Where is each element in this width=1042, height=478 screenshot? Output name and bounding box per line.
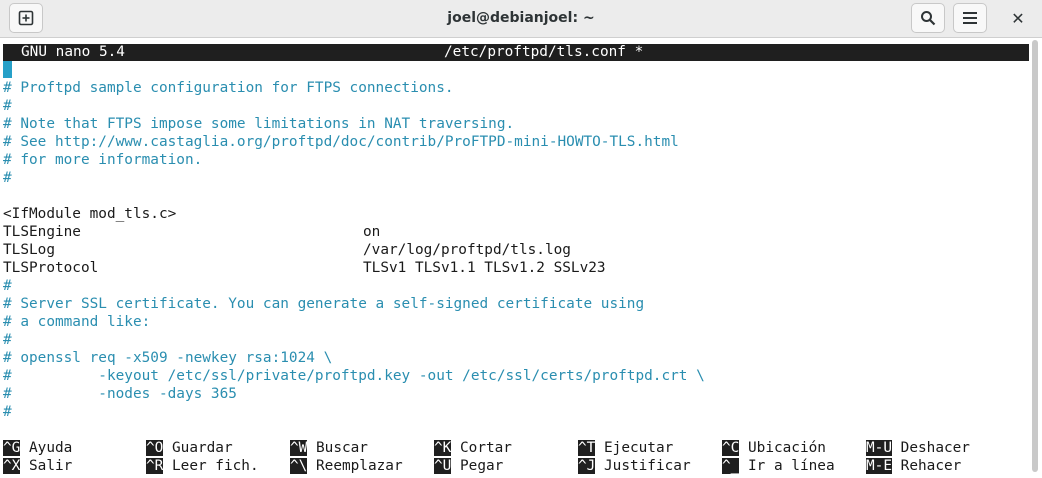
shortcut-key: M-E (866, 458, 892, 474)
editor-line (3, 61, 12, 79)
editor-line: TLSProtocol TLSv1 TLSv1.1 TLSv1.2 SSLv23 (3, 259, 606, 277)
search-button[interactable] (911, 3, 945, 33)
comment-text: # a command like: (3, 314, 151, 330)
comment-text: # (3, 278, 12, 294)
shortcut-item[interactable]: ^K Cortar (434, 439, 512, 457)
comment-text: # Note that FTPS impose some limitations… (3, 116, 515, 132)
shortcut-item[interactable]: ^T Ejecutar (578, 439, 673, 457)
editor-line: <IfModule mod_tls.c> (3, 205, 176, 223)
comment-text: # openssl req -x509 -newkey rsa:1024 \ (3, 350, 333, 366)
shortcut-item[interactable]: ^_ Ir a línea (722, 457, 835, 475)
shortcut-label: Deshacer (892, 440, 970, 456)
shortcut-item[interactable]: ^J Justificar (578, 457, 691, 475)
text-cursor (3, 61, 12, 78)
editor-line: # (3, 331, 12, 349)
shortcut-item[interactable]: ^W Buscar (290, 439, 368, 457)
nano-header-bar: GNU nano 5.4 /etc/proftpd/tls.conf * (3, 44, 1029, 61)
shortcut-key: ^J (578, 458, 596, 474)
shortcut-label: Rehacer (892, 458, 962, 474)
shortcut-key: ^X (3, 458, 21, 474)
directive-value: on (363, 224, 381, 240)
shortcut-key: ^W (290, 440, 308, 456)
comment-text: # -nodes -days 365 (3, 386, 237, 402)
editor-line: # Note that FTPS impose some limitations… (3, 115, 514, 133)
shortcut-key: ^\ (290, 458, 308, 474)
editor-line: # -keyout /etc/ssl/private/proftpd.key -… (3, 367, 705, 385)
editor-line: # (3, 169, 12, 187)
shortcut-label: Leer fich. (163, 458, 259, 474)
shortcut-key: ^U (434, 458, 452, 474)
editor-line: # -nodes -days 365 (3, 385, 237, 403)
shortcut-key: ^R (146, 458, 164, 474)
comment-text: # (3, 332, 12, 348)
comment-text: # for more information. (3, 152, 203, 168)
editor-line: TLSLog/var/log/proftpd/tls.log (3, 241, 571, 259)
shortcut-label: Ir a línea (739, 458, 835, 474)
shortcut-key: M-U (866, 440, 892, 456)
directive-key: TLSEngine (3, 224, 81, 240)
comment-text: # Server SSL certificate. You can genera… (3, 296, 645, 312)
comment-text: # -keyout /etc/ssl/private/proftpd.key -… (3, 368, 705, 384)
editor-line: # Proftpd sample configuration for FTPS … (3, 79, 454, 97)
nano-version: GNU nano 5.4 (21, 44, 125, 60)
directive-key: TLSLog (3, 242, 55, 258)
comment-text: # Proftpd sample configuration for FTPS … (3, 80, 454, 96)
shortcut-item[interactable]: ^X Salir (3, 457, 72, 475)
shortcut-label: Salir (20, 458, 73, 474)
editor-line: # (3, 277, 12, 295)
shortcut-item[interactable]: ^\ Reemplazar (290, 457, 403, 475)
scrollbar[interactable] (1032, 40, 1038, 472)
shortcut-key: ^C (722, 440, 740, 456)
shortcut-item[interactable]: ^R Leer fich. (146, 457, 259, 475)
hamburger-icon (963, 12, 977, 24)
shortcut-key: ^O (146, 440, 164, 456)
terminal-area[interactable]: GNU nano 5.4 /etc/proftpd/tls.conf * # P… (0, 38, 1042, 478)
window-title: joel@debianjoel: ~ (447, 10, 595, 26)
editor-line: # Server SSL certificate. You can genera… (3, 295, 644, 313)
shortcut-item[interactable]: ^G Ayuda (3, 439, 72, 457)
editor-line: # a command like: (3, 313, 150, 331)
shortcut-label: Cortar (451, 440, 512, 456)
editor-line: # (3, 403, 12, 421)
shortcut-key: ^K (434, 440, 452, 456)
comment-text: # (3, 404, 12, 420)
directive-value: /var/log/proftpd/tls.log (363, 242, 571, 258)
shortcut-label: Ayuda (20, 440, 73, 456)
shortcut-item[interactable]: M-E Rehacer (866, 457, 961, 475)
comment-text: # (3, 170, 12, 186)
menu-button[interactable] (953, 3, 987, 33)
editor-line: # See http://www.castaglia.org/proftpd/d… (3, 133, 679, 151)
editor-line: # openssl req -x509 -newkey rsa:1024 \ (3, 349, 332, 367)
shortcut-key: ^G (3, 440, 21, 456)
close-icon: ✕ (1011, 8, 1025, 28)
close-button[interactable]: ✕ (1001, 3, 1035, 33)
shortcut-item[interactable]: ^O Guardar (146, 439, 233, 457)
shortcut-label: Pegar (451, 458, 504, 474)
window-titlebar: joel@debianjoel: ~ ✕ (0, 0, 1042, 38)
directive-key: TLSProtocol (3, 260, 99, 276)
comment-text: # See http://www.castaglia.org/proftpd/d… (3, 134, 679, 150)
shortcut-label: Ejecutar (595, 440, 674, 456)
config-text: <IfModule mod_tls.c> (3, 206, 177, 222)
shortcut-label: Buscar (307, 440, 368, 456)
shortcut-label: Reemplazar (307, 458, 403, 474)
shortcut-label: Ubicación (739, 440, 826, 456)
directive-value: TLSv1 TLSv1.1 TLSv1.2 SSLv23 (363, 260, 606, 276)
shortcut-item[interactable]: ^C Ubicación (722, 439, 826, 457)
search-icon (921, 11, 936, 26)
shortcut-item[interactable]: M-U Deshacer (866, 439, 970, 457)
comment-text: # (3, 98, 12, 114)
shortcut-item[interactable]: ^U Pegar (434, 457, 503, 475)
shortcut-label: Guardar (163, 440, 233, 456)
editor-line: # (3, 97, 12, 115)
shortcut-key: ^_ (722, 458, 740, 474)
shortcut-label: Justificar (595, 458, 691, 474)
editor-line: # for more information. (3, 151, 202, 169)
shortcut-key: ^T (578, 440, 596, 456)
editor-line: TLSEngine on (3, 223, 380, 241)
file-name: /etc/proftpd/tls.conf * (444, 44, 644, 60)
